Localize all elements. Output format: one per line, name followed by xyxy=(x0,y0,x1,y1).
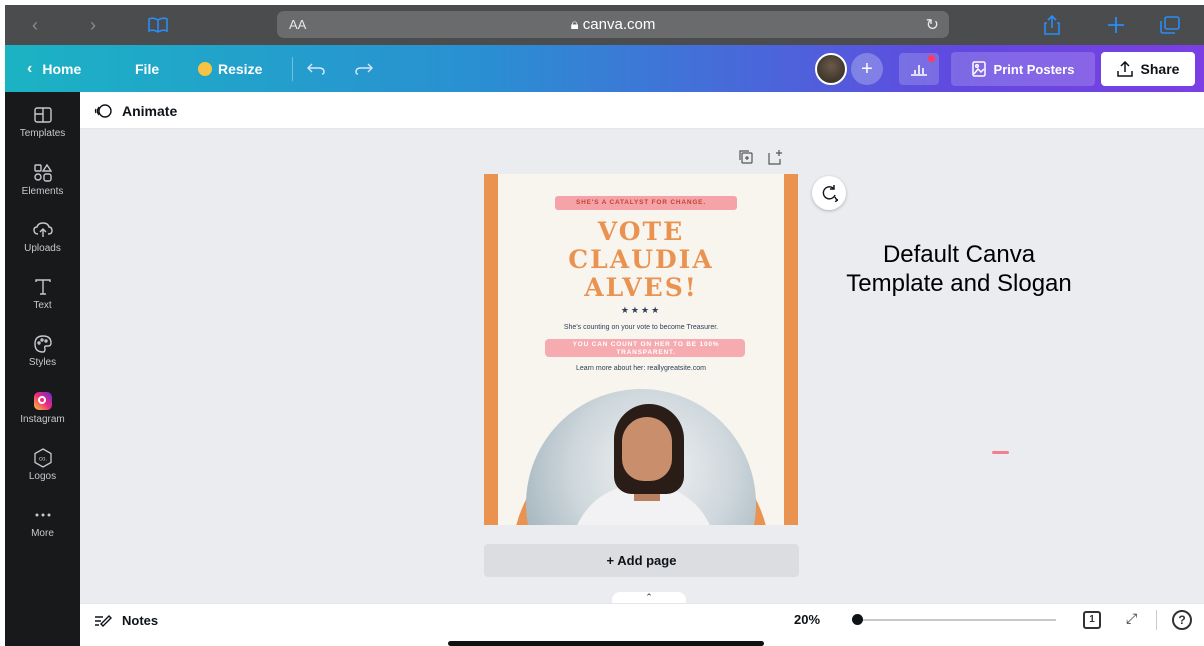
magic-refresh-button[interactable] xyxy=(812,176,846,210)
address-bar[interactable]: AA 🔒︎ canva.com ↻ xyxy=(277,11,949,38)
share-sheet-icon[interactable] xyxy=(1037,5,1067,45)
poster-page[interactable]: SHE'S A CATALYST FOR CHANGE. VOTE CLAUDI… xyxy=(484,174,798,525)
chevron-left-icon: ‹ xyxy=(27,59,33,77)
back-arrow-icon[interactable]: ‹ xyxy=(23,5,47,45)
sidebar-item-label: Logos xyxy=(28,471,57,482)
elements-icon xyxy=(5,162,80,184)
svg-text:co.: co. xyxy=(38,457,46,463)
print-posters-button[interactable]: Print Posters xyxy=(951,52,1095,86)
user-avatar[interactable] xyxy=(815,53,847,85)
uploads-icon xyxy=(5,219,80,241)
poster-website[interactable]: Learn more about her: reallygreatsite.co… xyxy=(498,365,784,372)
notification-dot xyxy=(928,55,935,62)
redo-icon[interactable] xyxy=(355,45,373,92)
add-collaborator-button[interactable]: + xyxy=(851,53,883,85)
new-tab-icon[interactable] xyxy=(1101,5,1131,45)
animate-icon xyxy=(94,103,112,118)
sidebar-item-elements[interactable]: Elements xyxy=(5,162,80,197)
zoom-slider-handle[interactable] xyxy=(852,614,863,625)
sidebar-item-label: More xyxy=(31,528,54,539)
sidebar-item-text[interactable]: Text xyxy=(5,276,80,311)
add-page-icon[interactable] xyxy=(768,149,784,170)
browser-toolbar: ‹ › AA 🔒︎ canva.com ↻ xyxy=(5,5,1204,45)
notes-label: Notes xyxy=(122,613,159,628)
file-menu-button[interactable]: File xyxy=(135,45,159,92)
templates-icon xyxy=(5,104,80,126)
poster-tagline[interactable]: SHE'S A CATALYST FOR CHANGE. xyxy=(498,199,784,206)
sidebar-item-styles[interactable]: Styles xyxy=(5,333,80,368)
sidebar-item-templates[interactable]: Templates xyxy=(5,104,80,139)
sidebar-item-label: Elements xyxy=(21,186,64,197)
upload-icon xyxy=(1116,61,1133,77)
share-button[interactable]: Share xyxy=(1101,52,1195,86)
poster-slogan[interactable]: YOU CAN COUNT ON HER TO BE 100% TRANSPAR… xyxy=(553,341,739,357)
home-button[interactable]: ‹ Home xyxy=(27,45,81,92)
divider xyxy=(1156,610,1157,630)
more-icon xyxy=(5,504,80,526)
sidebar-item-logos[interactable]: co. Logos xyxy=(5,447,80,482)
divider xyxy=(292,57,293,81)
crown-icon xyxy=(198,61,212,76)
poster-background: SHE'S A CATALYST FOR CHANGE. VOTE CLAUDI… xyxy=(498,174,784,525)
annotation-note: Default Canva Template and Slogan xyxy=(846,241,1072,297)
notes-icon xyxy=(95,614,112,627)
duplicate-page-icon[interactable] xyxy=(738,149,754,170)
sidebar-item-label: Text xyxy=(33,300,52,311)
help-button[interactable]: ? xyxy=(1172,610,1192,630)
sidebar-item-uploads[interactable]: Uploads xyxy=(5,219,80,254)
sidebar-item-label: Styles xyxy=(28,357,57,368)
instagram-icon xyxy=(33,392,52,410)
logos-icon: co. xyxy=(5,447,80,469)
undo-icon[interactable] xyxy=(307,45,325,92)
print-poster-icon xyxy=(971,61,986,77)
sidebar-item-label: Uploads xyxy=(24,243,61,254)
headline-line: VOTE xyxy=(597,217,685,246)
reload-icon[interactable]: ↻ xyxy=(926,15,939,35)
resize-label: Resize xyxy=(218,60,263,77)
annotation-dash xyxy=(992,451,1009,454)
styles-icon xyxy=(5,333,80,355)
url-label: canva.com xyxy=(582,16,656,33)
animate-label: Animate xyxy=(122,102,178,119)
forward-arrow-icon[interactable]: › xyxy=(81,5,105,45)
bar-chart-icon xyxy=(911,65,927,76)
sidebar-item-label: Instagram xyxy=(20,414,65,425)
poster-subtext[interactable]: She's counting on your vote to become Tr… xyxy=(498,324,784,331)
editor-footer: Notes 20% 1 ⤢ ? xyxy=(80,603,1204,636)
home-indicator xyxy=(448,641,764,646)
page-actions xyxy=(738,149,784,170)
tabs-overview-icon[interactable] xyxy=(1155,5,1185,45)
add-page-button[interactable]: + Add page xyxy=(484,544,799,577)
side-panel: Templates Elements Uploads Text Styles I… xyxy=(5,92,80,646)
context-toolbar: Animate xyxy=(80,92,1204,129)
stars-decoration[interactable]: ★★★★ xyxy=(498,305,784,316)
editor-header: ‹ Home File Resize + Print Posters Share xyxy=(5,45,1204,92)
candidate-photo[interactable] xyxy=(526,389,756,525)
sidebar-item-instagram[interactable]: Instagram xyxy=(5,390,80,425)
zoom-slider-track[interactable] xyxy=(852,619,1056,621)
headline-line: CLAUDIA xyxy=(568,245,714,274)
resize-button[interactable]: Resize xyxy=(198,45,262,92)
photo-face xyxy=(622,417,672,481)
insights-button[interactable] xyxy=(899,53,939,85)
animate-button[interactable]: Animate xyxy=(94,92,177,129)
poster-headline[interactable]: VOTE CLAUDIA ALVES! xyxy=(498,218,784,302)
fullscreen-icon[interactable]: ⤢ xyxy=(1126,610,1137,627)
notes-button[interactable]: Notes xyxy=(94,604,158,637)
page-count-button[interactable]: 1 xyxy=(1083,611,1101,629)
sidebar-item-more[interactable]: More xyxy=(5,504,80,539)
zoom-level[interactable]: 20% xyxy=(794,612,820,627)
bookmarks-icon[interactable] xyxy=(143,5,173,45)
url-text: 🔒︎ canva.com xyxy=(277,16,949,33)
print-label: Print Posters xyxy=(993,61,1075,77)
refresh-sparkle-icon xyxy=(822,185,838,202)
sidebar-item-label: Templates xyxy=(19,128,66,139)
headline-line: ALVES! xyxy=(584,273,698,302)
text-icon xyxy=(5,276,80,298)
home-label: Home xyxy=(42,60,82,77)
lock-icon: 🔒︎ xyxy=(570,16,583,33)
share-label: Share xyxy=(1140,61,1180,77)
